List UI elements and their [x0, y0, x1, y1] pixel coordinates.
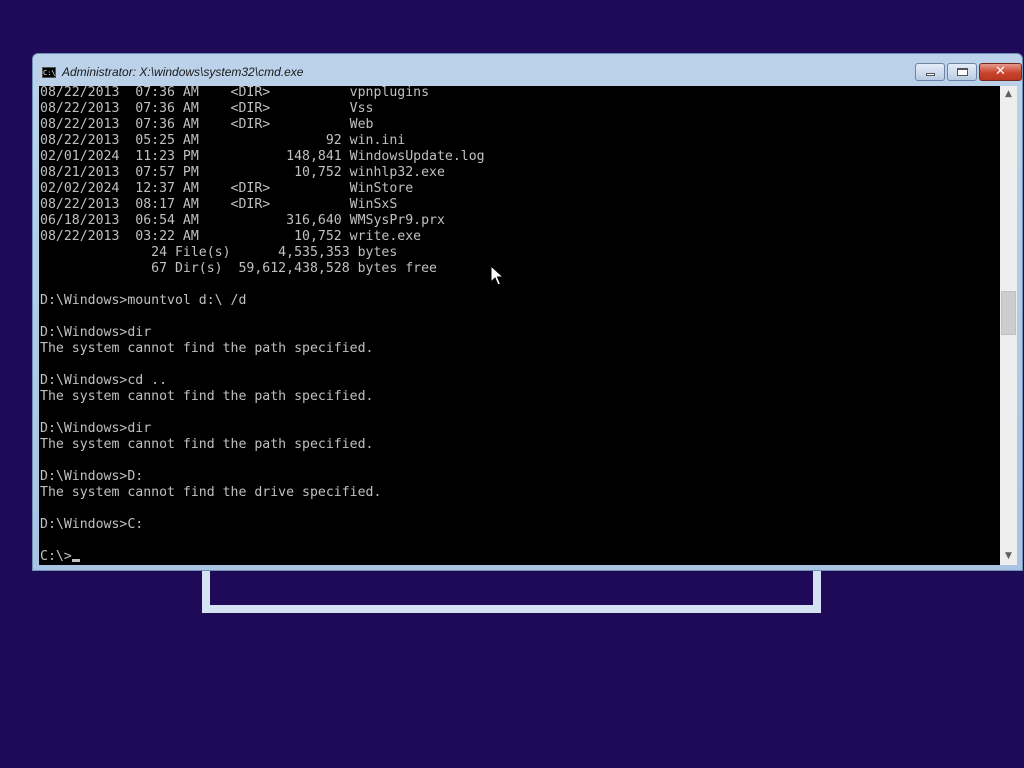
console-lines: 08/22/2013 07:36 AM <DIR> vpnplugins 08/2… [40, 86, 485, 565]
desktop-background: C:\ Administrator: X:\windows\system32\c… [0, 0, 1024, 768]
console-line: D:\Windows>C: [40, 517, 144, 532]
console-line: 06/18/2013 06:54 AM 316,640 WMSysPr9.prx [40, 213, 445, 228]
scroll-thumb[interactable] [1001, 291, 1016, 336]
minimize-button[interactable] [915, 63, 945, 81]
console-line: The system cannot find the path specifie… [40, 389, 374, 404]
console-line: D:\Windows>dir [40, 325, 152, 340]
close-button[interactable]: ✕ [979, 63, 1022, 81]
maximize-icon [957, 68, 968, 76]
console-line: 08/22/2013 07:36 AM <DIR> Vss [40, 101, 374, 116]
console-line: The system cannot find the path specifie… [40, 437, 374, 452]
console-line: 67 Dir(s) 59,612,438,528 bytes free [40, 261, 437, 276]
console-line: 02/01/2024 11:23 PM 148,841 WindowsUpdat… [40, 149, 485, 164]
console-line: The system cannot find the path specifie… [40, 341, 374, 356]
minimize-icon [926, 73, 935, 76]
console-line: 02/02/2024 12:37 AM <DIR> WinStore [40, 181, 414, 196]
scroll-down-icon[interactable]: ▼ [1000, 548, 1017, 565]
console-prompt-line[interactable]: C:\> [40, 549, 485, 565]
scroll-up-icon[interactable]: ▲ [1000, 86, 1017, 103]
console-line: D:\Windows>mountvol d:\ /d [40, 293, 247, 308]
console-line: 08/22/2013 03:22 AM 10,752 write.exe [40, 229, 422, 244]
title-bar[interactable]: C:\ Administrator: X:\windows\system32\c… [33, 54, 1022, 86]
console-line: D:\Windows>D: [40, 469, 144, 484]
window-title: Administrator: X:\windows\system32\cmd.e… [62, 65, 304, 79]
text-cursor [71, 559, 80, 562]
console-line: 08/22/2013 07:36 AM <DIR> vpnplugins [40, 86, 430, 100]
console-line: 08/22/2013 07:36 AM <DIR> Web [40, 117, 374, 132]
console-line: 08/21/2013 07:57 PM 10,752 winhlp32.exe [40, 165, 445, 180]
console-line: 24 File(s) 4,535,353 bytes [40, 245, 398, 260]
vertical-scrollbar[interactable]: ▲ ▼ [1000, 86, 1017, 565]
cmd-window[interactable]: C:\ Administrator: X:\windows\system32\c… [32, 53, 1023, 571]
console-line: The system cannot find the drive specifi… [40, 485, 382, 500]
console-prompt: C:\> [40, 549, 72, 564]
console-line: 08/22/2013 05:25 AM 92 win.ini [40, 133, 406, 148]
console-line: D:\Windows>cd .. [40, 373, 168, 388]
cmd-icon[interactable]: C:\ [42, 67, 56, 78]
mouse-pointer-icon [490, 265, 504, 286]
close-icon: ✕ [995, 64, 1006, 79]
maximize-button[interactable] [947, 63, 977, 81]
console-line: 08/22/2013 08:17 AM <DIR> WinSxS [40, 197, 398, 212]
console-output[interactable]: 08/22/2013 07:36 AM <DIR> vpnplugins 08/2… [39, 86, 1000, 565]
console-line: D:\Windows>dir [40, 421, 152, 436]
